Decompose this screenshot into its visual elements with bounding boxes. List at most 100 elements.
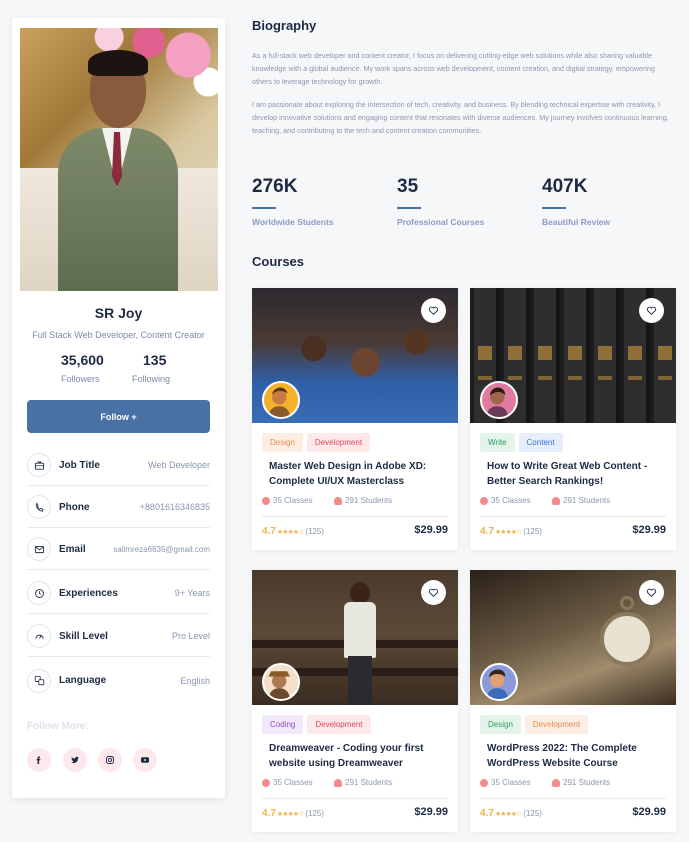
course-title[interactable]: How to Write Great Web Content - Better … [487,459,669,489]
info-value[interactable]: salimreza6835@gmail.com [113,545,210,554]
course-price: $29.99 [632,806,666,818]
following-label: Following [132,374,171,384]
biography-paragraph-1: As a full-stack web developer and conten… [252,51,655,86]
info-value: English [180,675,210,686]
info-label: Language [59,675,107,686]
star-icons: ★★★★☆ [494,529,522,536]
course-tags: Coding Development [262,715,371,734]
play-icon [262,778,270,787]
followers-label: Followers [61,374,100,384]
user-icon [552,496,560,505]
divider [480,798,666,799]
course-tag[interactable]: Development [524,715,589,734]
stat-label: Worldwide Students [252,217,334,227]
divider [262,798,448,799]
course-rating: 4.7 ★★★★☆ (125) [480,808,542,819]
info-row-experiences: Experiences 9+ Years [27,573,210,614]
courses-title: Courses [252,254,305,269]
briefcase-icon [27,453,51,477]
star-icons: ★★★★☆ [276,529,304,536]
course-rating: 4.7 ★★★★☆ (125) [262,526,324,537]
phone-icon [27,495,51,519]
stat-label: Beautiful Review [542,217,611,227]
play-icon [480,778,488,787]
info-label: Email [59,543,86,555]
course-tag[interactable]: Content [518,433,563,452]
course-tag[interactable]: Development [307,715,371,734]
course-students: 291 Students [552,778,610,787]
info-row-phone: Phone +8801616346835 [27,487,210,528]
course-classes: 35 Classes [480,778,531,787]
star-icons: ★★★★☆ [276,811,304,818]
info-row-language: Language English [27,660,210,701]
course-classes: 35 Classes [262,496,313,505]
user-icon [552,778,560,787]
course-price: $29.99 [414,806,448,818]
user-icon [334,778,342,787]
youtube-icon[interactable] [133,748,157,772]
stat-underline [252,207,276,209]
profile-card: SR Joy Full Stack Web Developer, Content… [12,18,225,798]
course-tag[interactable]: Design [480,715,521,734]
course-tag[interactable]: Design [262,433,303,452]
info-label: Job Title [59,459,100,471]
heart-icon[interactable] [639,580,664,605]
course-title[interactable]: Master Web Design in Adobe XD: Complete … [269,459,451,489]
gauge-icon [27,624,51,648]
info-label: Experiences [59,587,118,599]
play-icon [262,496,270,505]
clock-icon [27,581,51,605]
course-tags: Design Development [480,715,589,734]
divider [480,516,666,517]
stat-label: Professional Courses [397,217,485,227]
user-icon [334,496,342,505]
instagram-icon[interactable] [98,748,122,772]
course-rating: 4.7 ★★★★☆ (125) [480,526,542,537]
course-title[interactable]: WordPress 2022: The Complete WordPress W… [487,741,669,771]
divider [262,516,448,517]
profile-photo [20,28,218,291]
course-students: 291 Students [334,496,392,505]
facebook-icon[interactable] [27,748,51,772]
info-label: Phone [59,501,90,513]
course-price: $29.99 [414,524,448,536]
heart-icon[interactable] [421,580,446,605]
profile-name: SR Joy [94,305,143,321]
course-tag[interactable]: Development [306,433,371,452]
translate-icon [27,668,51,693]
course-classes: 35 Classes [262,778,313,787]
course-tag[interactable]: Write [480,433,515,452]
course-card[interactable]: Design Development Master Web Design in … [252,288,458,550]
followers-count: 35,600 [61,352,104,368]
star-icons: ★★★★☆ [494,811,522,818]
avatar [480,381,518,419]
course-tags: Write Content [480,433,563,452]
twitter-icon[interactable] [63,748,87,772]
follow-more-label: Follow More: [27,721,89,732]
course-card[interactable]: Design Development WordPress 2022: The C… [470,570,676,832]
course-card[interactable]: Write Content How to Write Great Web Con… [470,288,676,550]
heart-icon[interactable] [421,298,446,323]
course-tags: Design Development [262,433,371,452]
stat-underline [542,207,566,209]
course-card[interactable]: Coding Development Dreamweaver - Coding … [252,570,458,832]
course-students: 291 Students [334,778,392,787]
mail-icon [27,537,51,561]
avatar [480,663,518,701]
stat-value: 407K [542,176,588,197]
info-label: Skill Level [59,630,108,642]
course-students: 291 Students [552,496,610,505]
info-value: Pro Level [171,631,210,641]
course-rating: 4.7 ★★★★☆ (125) [262,808,324,819]
course-tag[interactable]: Coding [262,715,304,734]
avatar [262,381,300,419]
heart-icon[interactable] [639,298,664,323]
course-price: $29.99 [632,524,666,536]
play-icon [480,496,488,505]
stat-underline [397,207,421,209]
following-count: 135 [143,352,167,368]
course-title[interactable]: Dreamweaver - Coding your first website … [269,741,451,771]
follow-button[interactable]: Follow + [27,400,210,433]
info-value[interactable]: +8801616346835 [140,502,210,512]
course-classes: 35 Classes [480,496,531,505]
